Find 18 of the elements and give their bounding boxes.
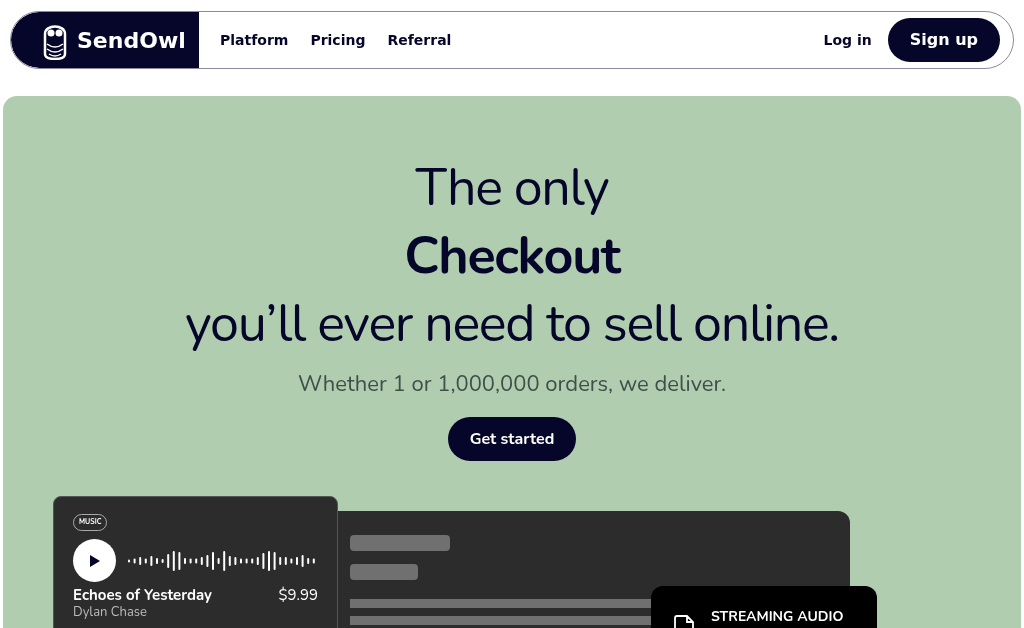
hero-subtitle: Whether 1 or 1,000,000 orders, we deliver. (298, 368, 726, 401)
headline-line: The only (415, 154, 609, 222)
nav-link[interactable]: Pricing (310, 29, 366, 51)
placeholder-bar (350, 564, 418, 580)
signup-button[interactable]: Sign up (887, 18, 1000, 62)
nav-link[interactable]: Referral (387, 29, 452, 51)
track-price: $9.99 (278, 586, 318, 604)
get-started-button[interactable]: Get started (447, 417, 577, 461)
headline-line: you’ll ever need to sell online. (185, 290, 839, 358)
play-icon (89, 554, 100, 567)
brand-name: SendOwl (77, 26, 186, 55)
track-title: Echoes of Yesterday (73, 586, 212, 604)
feature-label: STREAMING AUDIO (711, 606, 844, 627)
artist-name: Dylan Chase (73, 604, 148, 620)
headline-line: Checkout (404, 222, 620, 290)
nav-link[interactable]: Platform (220, 29, 289, 51)
login-link[interactable]: Log in (823, 29, 872, 51)
play-button[interactable] (73, 539, 116, 582)
